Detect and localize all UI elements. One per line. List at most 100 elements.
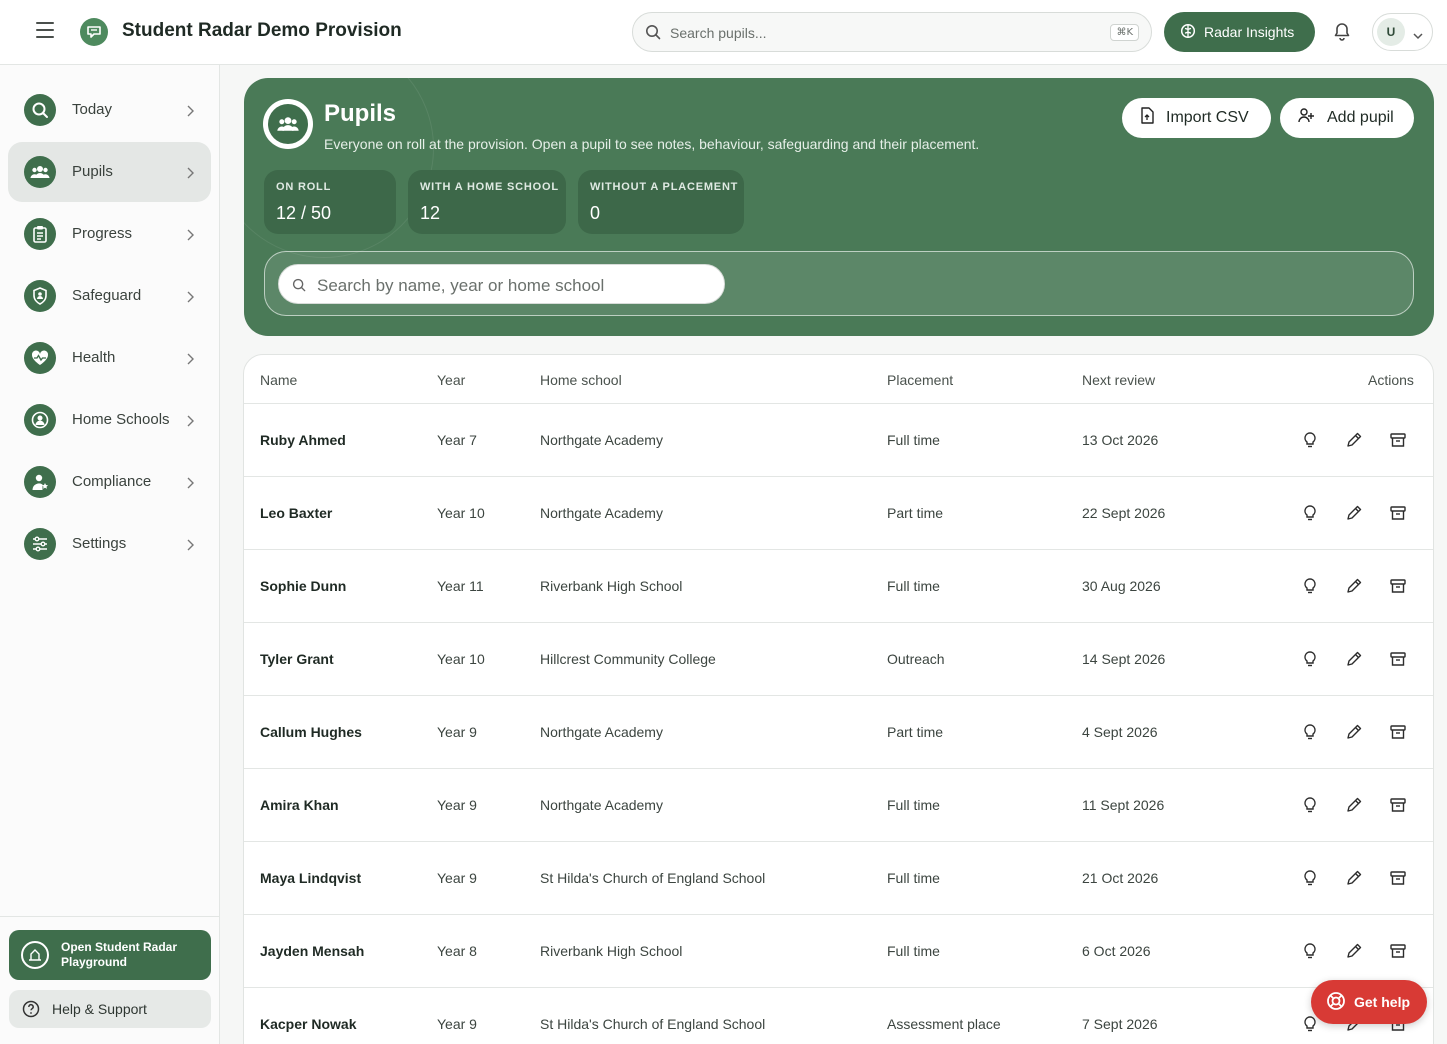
pupil-name[interactable]: Ruby Ahmed — [260, 432, 346, 448]
edit-icon[interactable] — [1345, 942, 1363, 960]
pupil-name[interactable]: Amira Khan — [260, 797, 339, 813]
insights-icon[interactable] — [1301, 431, 1319, 449]
column-header-actions: Actions — [1368, 372, 1414, 388]
shortcut-badge: ⌘K — [1110, 24, 1139, 41]
heart-pulse-icon — [24, 342, 56, 374]
column-header-year[interactable]: Year — [437, 372, 465, 388]
edit-icon[interactable] — [1345, 723, 1363, 741]
table-row[interactable]: Maya Lindqvist Year 9 St Hilda's Church of… — [244, 842, 1433, 915]
pupil-year: Year 11 — [437, 578, 484, 594]
brain-icon — [1180, 23, 1196, 42]
help-support-button[interactable]: Help & Support — [9, 990, 211, 1028]
pupil-home-school: Riverbank High School — [540, 943, 683, 959]
chevron-right-icon — [186, 538, 194, 556]
pupil-name[interactable]: Tyler Grant — [260, 651, 334, 667]
edit-icon[interactable] — [1345, 504, 1363, 522]
edit-icon[interactable] — [1345, 796, 1363, 814]
table-row[interactable]: Leo Baxter Year 10 Northgate Academy Part t… — [244, 477, 1433, 550]
edit-icon[interactable] — [1345, 650, 1363, 668]
file-upload-icon — [1140, 107, 1154, 129]
column-header-home-school[interactable]: Home school — [540, 372, 622, 388]
sidebar-item-compliance[interactable]: Compliance — [8, 452, 211, 512]
user-circle-icon — [24, 404, 56, 436]
user-menu[interactable]: U — [1372, 13, 1433, 51]
pupil-name[interactable]: Leo Baxter — [260, 505, 332, 521]
pupil-year: Year 9 — [437, 1016, 477, 1032]
archive-icon[interactable] — [1389, 504, 1407, 522]
pupil-next-review: 14 Sept 2026 — [1082, 651, 1166, 667]
pupil-name[interactable]: Kacper Nowak — [260, 1016, 356, 1032]
pupil-name[interactable]: Maya Lindqvist — [260, 870, 361, 886]
pupil-next-review: 4 Sept 2026 — [1082, 724, 1158, 740]
edit-icon[interactable] — [1345, 869, 1363, 887]
pupil-year: Year 10 — [437, 651, 485, 667]
sidebar-item-progress[interactable]: Progress — [8, 204, 211, 264]
search-input[interactable]: Search pupils... ⌘K — [632, 12, 1152, 52]
people-icon — [24, 156, 56, 188]
pupil-name[interactable]: Sophie Dunn — [260, 578, 346, 594]
menu-icon[interactable] — [36, 22, 54, 42]
radar-insights-button[interactable]: Radar Insights — [1164, 12, 1315, 52]
column-header-name[interactable]: Name — [260, 372, 297, 388]
table-row[interactable]: Amira Khan Year 9 Northgate Academy Full ti… — [244, 769, 1433, 842]
search-icon — [645, 24, 661, 45]
archive-icon[interactable] — [1389, 577, 1407, 595]
archive-icon[interactable] — [1389, 431, 1407, 449]
pupil-home-school: Northgate Academy — [540, 432, 663, 448]
get-help-button[interactable]: Get help — [1311, 980, 1427, 1024]
import-csv-button[interactable]: Import CSV — [1122, 98, 1271, 138]
search-icon — [292, 278, 306, 297]
column-header-next-review[interactable]: Next review — [1082, 372, 1155, 388]
insights-icon[interactable] — [1301, 723, 1319, 741]
pupil-home-school: Hillcrest Community College — [540, 651, 716, 667]
insights-icon[interactable] — [1301, 1015, 1319, 1033]
pupil-name[interactable]: Callum Hughes — [260, 724, 362, 740]
pupil-next-review: 21 Oct 2026 — [1082, 870, 1159, 886]
table-row[interactable]: Callum Hughes Year 9 Northgate Academy Part… — [244, 696, 1433, 769]
insights-icon[interactable] — [1301, 504, 1319, 522]
chevron-right-icon — [186, 476, 194, 494]
pupil-home-school: St Hilda's Church of England School — [540, 1016, 766, 1032]
archive-icon[interactable] — [1389, 723, 1407, 741]
insights-icon[interactable] — [1301, 577, 1319, 595]
sidebar-item-health[interactable]: Health — [8, 328, 211, 388]
edit-icon[interactable] — [1345, 431, 1363, 449]
archive-icon[interactable] — [1389, 650, 1407, 668]
sidebar-item-home-schools[interactable]: Home Schools — [8, 390, 211, 450]
open-playground-button[interactable]: Open Student Radar Playground — [9, 930, 211, 980]
bell-icon[interactable] — [1333, 21, 1351, 46]
user-star-icon — [24, 466, 56, 498]
insights-icon[interactable] — [1301, 869, 1319, 887]
sidebar-item-today[interactable]: Today — [8, 80, 211, 140]
insights-icon[interactable] — [1301, 796, 1319, 814]
stat-value: 12 — [420, 203, 441, 223]
table-row[interactable]: Jayden Mensah Year 8 Riverbank High School… — [244, 915, 1433, 988]
table-row[interactable]: Kacper Nowak Year 9 St Hilda's Church of E… — [244, 988, 1433, 1044]
sidebar-item-safeguard[interactable]: Safeguard — [8, 266, 211, 326]
archive-icon[interactable] — [1389, 942, 1407, 960]
edit-icon[interactable] — [1345, 577, 1363, 595]
pupil-name[interactable]: Jayden Mensah — [260, 943, 364, 959]
insights-icon[interactable] — [1301, 650, 1319, 668]
page-title: Pupils — [324, 100, 397, 127]
insights-icon[interactable] — [1301, 942, 1319, 960]
archive-icon[interactable] — [1389, 796, 1407, 814]
pupil-search-input[interactable]: Search by name, year or home school — [278, 264, 725, 304]
pupil-year: Year 7 — [437, 432, 477, 448]
sidebar-item-label: Home Schools — [72, 411, 170, 428]
table-row[interactable]: Sophie Dunn Year 11 Riverbank High School F… — [244, 550, 1433, 623]
add-pupil-label: Add pupil — [1327, 109, 1394, 126]
pupil-year: Year 9 — [437, 870, 477, 886]
table-row[interactable]: Tyler Grant Year 10 Hillcrest Community Co… — [244, 623, 1433, 696]
archive-icon[interactable] — [1389, 869, 1407, 887]
pupil-home-school: Riverbank High School — [540, 578, 683, 594]
sidebar-item-settings[interactable]: Settings — [8, 514, 211, 574]
sidebar-item-pupils[interactable]: Pupils — [8, 142, 211, 202]
add-pupil-button[interactable]: Add pupil — [1280, 98, 1414, 138]
sidebar-item-label: Today — [72, 101, 113, 118]
table-row[interactable]: Ruby Ahmed Year 7 Northgate Academy Full ti… — [244, 404, 1433, 477]
column-header-placement[interactable]: Placement — [887, 372, 953, 388]
clipboard-icon — [24, 218, 56, 250]
pupil-placement: Full time — [887, 943, 940, 959]
page-subtitle: Everyone on roll at the provision. Open … — [324, 136, 980, 152]
